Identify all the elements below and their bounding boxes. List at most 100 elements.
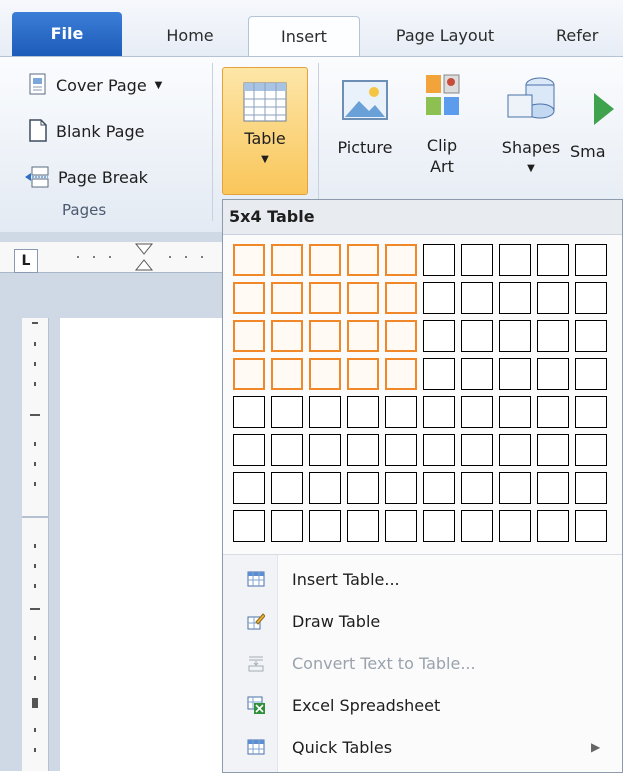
insert-table-menu-item[interactable]: Insert Table...: [223, 559, 622, 599]
table-grid-cell[interactable]: [385, 396, 417, 428]
tab-references[interactable]: Refer: [556, 16, 623, 56]
table-grid-cell[interactable]: [499, 510, 531, 542]
table-grid-cell[interactable]: [423, 472, 455, 504]
table-grid-cell[interactable]: [575, 358, 607, 390]
table-grid-cell[interactable]: [461, 358, 493, 390]
table-grid-cell[interactable]: [499, 472, 531, 504]
table-grid-cell[interactable]: [499, 396, 531, 428]
table-grid-cell[interactable]: [499, 320, 531, 352]
table-grid-cell[interactable]: [423, 358, 455, 390]
table-grid-cell[interactable]: [233, 396, 265, 428]
picture-button[interactable]: Picture: [328, 67, 402, 158]
table-grid-cell[interactable]: [461, 282, 493, 314]
quick-tables-menu-item[interactable]: Quick Tables ▶: [223, 727, 622, 767]
table-grid-cell[interactable]: [537, 510, 569, 542]
table-grid-cell[interactable]: [233, 472, 265, 504]
table-grid-cell[interactable]: [385, 472, 417, 504]
table-grid-cell[interactable]: [347, 510, 379, 542]
table-grid[interactable]: [233, 244, 613, 548]
table-grid-cell[interactable]: [233, 358, 265, 390]
table-grid-cell[interactable]: [271, 358, 303, 390]
table-grid-cell[interactable]: [499, 282, 531, 314]
table-grid-cell[interactable]: [423, 510, 455, 542]
table-grid-cell[interactable]: [347, 282, 379, 314]
table-grid-cell[interactable]: [537, 396, 569, 428]
table-grid-cell[interactable]: [385, 320, 417, 352]
table-grid-cell[interactable]: [423, 434, 455, 466]
tab-home[interactable]: Home: [140, 16, 240, 56]
table-grid-cell[interactable]: [271, 244, 303, 276]
table-grid-cell[interactable]: [461, 510, 493, 542]
table-grid-cell[interactable]: [233, 282, 265, 314]
table-grid-cell[interactable]: [575, 244, 607, 276]
table-grid-cell[interactable]: [271, 510, 303, 542]
table-grid-cell[interactable]: [233, 510, 265, 542]
table-grid-cell[interactable]: [309, 396, 341, 428]
clip-art-button[interactable]: Clip Art: [410, 67, 474, 177]
table-grid-cell[interactable]: [575, 510, 607, 542]
table-grid-cell[interactable]: [347, 472, 379, 504]
table-grid-cell[interactable]: [233, 244, 265, 276]
table-grid-cell[interactable]: [271, 320, 303, 352]
smartart-button[interactable]: Sma: [570, 67, 623, 162]
excel-spreadsheet-menu-item[interactable]: Excel Spreadsheet: [223, 685, 622, 725]
tab-page-layout[interactable]: Page Layout: [370, 16, 520, 56]
table-grid-cell[interactable]: [271, 282, 303, 314]
table-grid-cell[interactable]: [537, 434, 569, 466]
table-grid-cell[interactable]: [537, 282, 569, 314]
table-grid-cell[interactable]: [461, 472, 493, 504]
tab-file[interactable]: File: [12, 12, 122, 56]
table-grid-cell[interactable]: [233, 434, 265, 466]
table-grid-cell[interactable]: [499, 244, 531, 276]
table-grid-cell[interactable]: [309, 472, 341, 504]
table-grid-cell[interactable]: [461, 434, 493, 466]
tab-insert[interactable]: Insert: [248, 16, 360, 57]
table-grid-cell[interactable]: [575, 282, 607, 314]
table-grid-cell[interactable]: [423, 320, 455, 352]
page-break-button[interactable]: Page Break: [24, 161, 148, 193]
tab-selector[interactable]: L: [14, 249, 38, 273]
table-grid-cell[interactable]: [461, 396, 493, 428]
table-grid-cell[interactable]: [575, 396, 607, 428]
table-grid-cell[interactable]: [461, 244, 493, 276]
table-grid-cell[interactable]: [309, 320, 341, 352]
table-grid-cell[interactable]: [423, 244, 455, 276]
table-grid-cell[interactable]: [309, 510, 341, 542]
table-grid-cell[interactable]: [309, 358, 341, 390]
table-button[interactable]: Table ▼: [222, 67, 308, 195]
table-grid-cell[interactable]: [271, 396, 303, 428]
table-grid-cell[interactable]: [461, 320, 493, 352]
table-grid-cell[interactable]: [499, 358, 531, 390]
table-grid-cell[interactable]: [347, 244, 379, 276]
table-grid-cell[interactable]: [385, 244, 417, 276]
document-page[interactable]: [60, 318, 225, 771]
table-grid-cell[interactable]: [423, 396, 455, 428]
table-grid-cell[interactable]: [347, 434, 379, 466]
table-grid-cell[interactable]: [309, 434, 341, 466]
vertical-ruler[interactable]: [22, 318, 49, 771]
table-grid-cell[interactable]: [423, 282, 455, 314]
table-grid-cell[interactable]: [271, 434, 303, 466]
cover-page-button[interactable]: Cover Page ▼: [28, 69, 162, 101]
table-grid-cell[interactable]: [233, 320, 265, 352]
table-grid-cell[interactable]: [385, 510, 417, 542]
table-grid-cell[interactable]: [347, 396, 379, 428]
table-grid-cell[interactable]: [309, 244, 341, 276]
table-grid-cell[interactable]: [537, 244, 569, 276]
table-grid-cell[interactable]: [347, 320, 379, 352]
table-grid-cell[interactable]: [575, 472, 607, 504]
table-grid-cell[interactable]: [575, 434, 607, 466]
blank-page-button[interactable]: Blank Page: [28, 115, 144, 147]
table-grid-cell[interactable]: [309, 282, 341, 314]
table-grid-cell[interactable]: [271, 472, 303, 504]
draw-table-menu-item[interactable]: Draw Table: [223, 601, 622, 641]
table-grid-cell[interactable]: [575, 320, 607, 352]
table-grid-cell[interactable]: [385, 434, 417, 466]
table-grid-cell[interactable]: [347, 358, 379, 390]
table-grid-cell[interactable]: [385, 358, 417, 390]
shapes-button[interactable]: Shapes ▼: [492, 67, 570, 179]
table-grid-cell[interactable]: [537, 358, 569, 390]
table-grid-cell[interactable]: [385, 282, 417, 314]
table-grid-cell[interactable]: [537, 320, 569, 352]
table-grid-cell[interactable]: [499, 434, 531, 466]
